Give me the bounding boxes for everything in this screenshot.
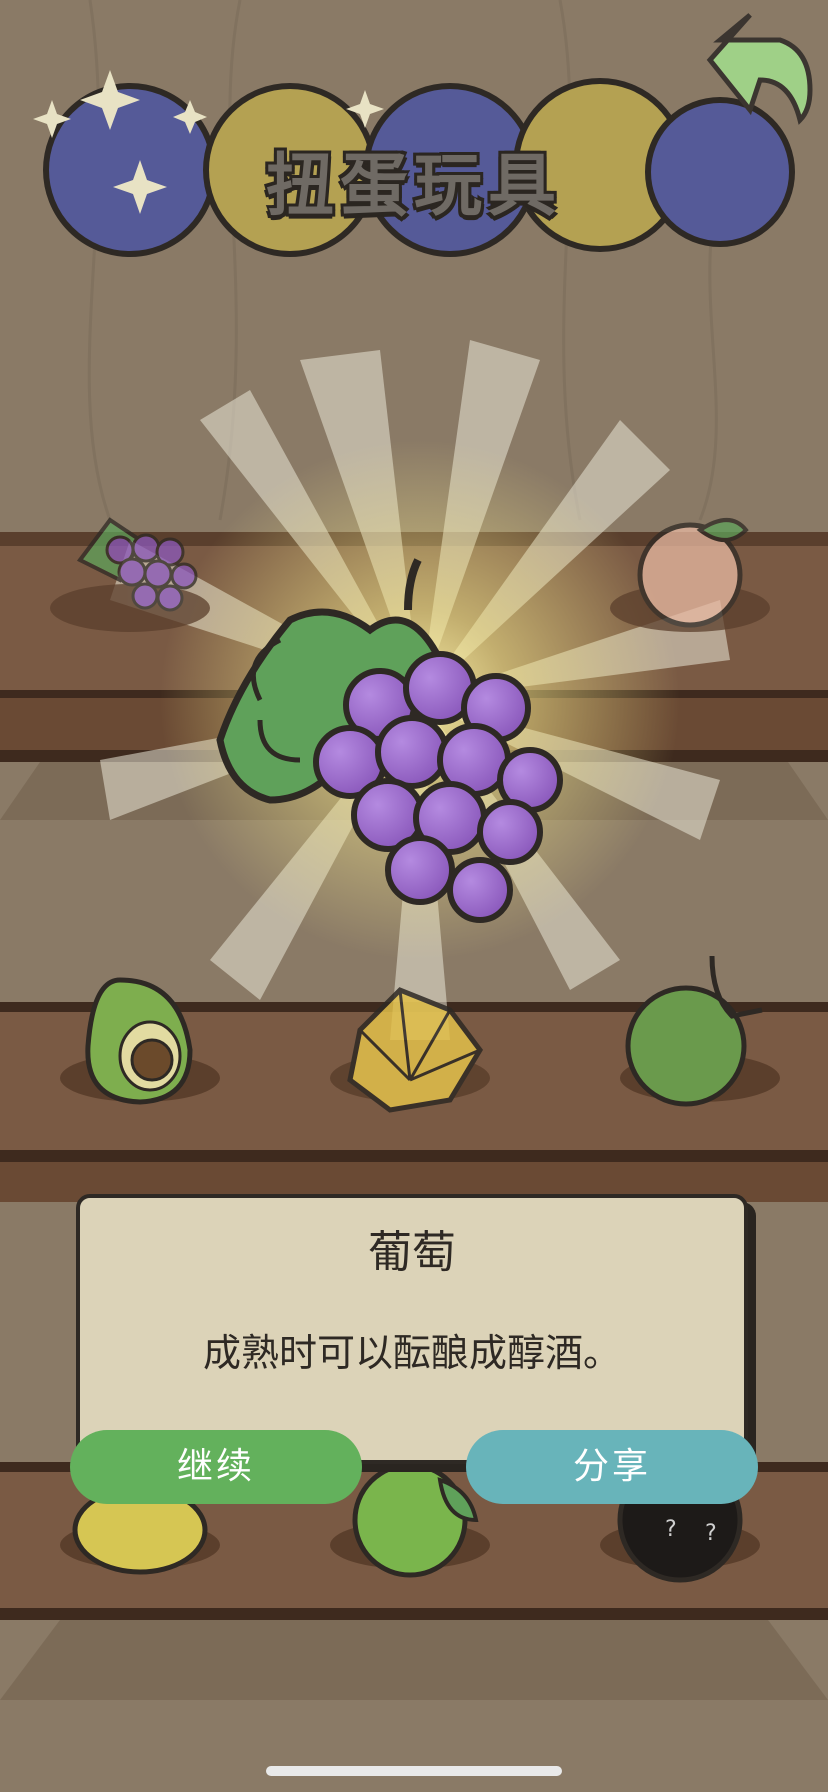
item-name: 葡萄: [368, 1227, 456, 1278]
page-title: 扭蛋玩具: [265, 147, 562, 226]
continue-button[interactable]: 继续: [70, 1430, 362, 1504]
svg-text:?: ?: [705, 1521, 717, 1546]
share-button[interactable]: 分享: [466, 1430, 758, 1504]
item-description: 成熟时可以酝酿成醇酒。: [202, 1331, 621, 1375]
svg-text:?: ?: [665, 1517, 677, 1542]
home-indicator[interactable]: [266, 1766, 562, 1776]
item-info-card: 葡萄 成熟时可以酝酿成醇酒。: [76, 1194, 748, 1464]
back-arrow-icon[interactable]: [706, 20, 816, 120]
back-button[interactable]: [706, 20, 816, 120]
game-scene: ???? 扭蛋玩具 葡萄 成熟时可以酝酿成醇酒。 继续 分享: [0, 0, 828, 1792]
